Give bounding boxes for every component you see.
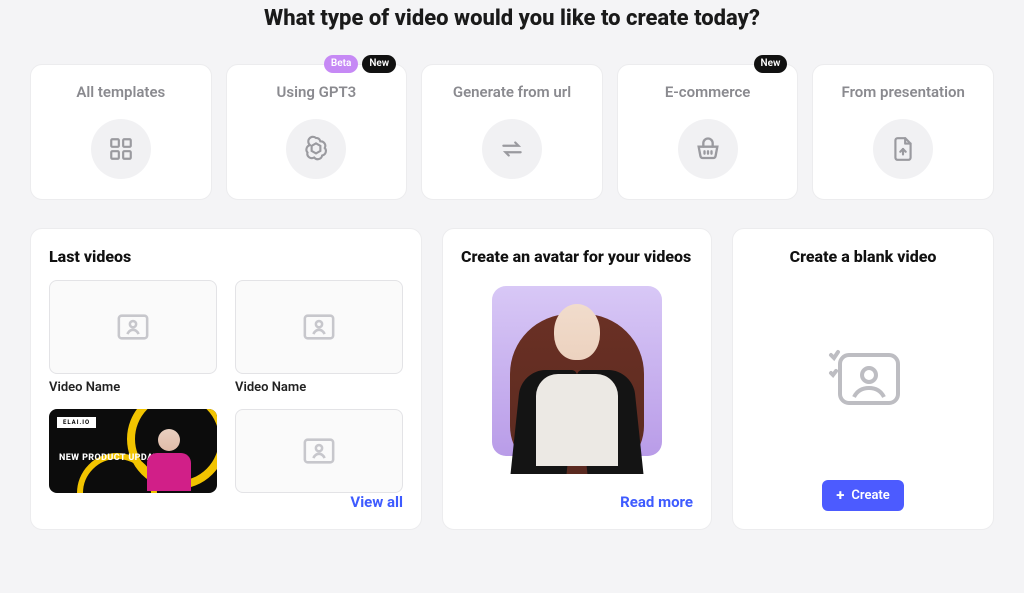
openai-icon	[286, 119, 346, 179]
grid-icon	[91, 119, 151, 179]
video-name: Video Name	[235, 380, 403, 395]
brand-tag: ELAI.IO	[57, 417, 96, 428]
option-ecommerce[interactable]: New E-commerce	[617, 64, 799, 200]
swap-icon	[482, 119, 542, 179]
create-blank-panel: Create a blank video + Create	[732, 228, 994, 530]
blank-video-icon	[820, 343, 906, 417]
option-from-presentation[interactable]: From presentation	[812, 64, 994, 200]
video-type-options: All templates Beta New Using GPT3	[30, 64, 994, 200]
option-all-templates[interactable]: All templates	[30, 64, 212, 200]
video-name: Video Name	[49, 380, 217, 395]
option-label: E-commerce	[628, 83, 788, 101]
video-thumbnail-product: ELAI.IO NEW PRODUCT UPDATE	[49, 409, 217, 493]
video-thumbnail-placeholder	[235, 409, 403, 493]
read-more-link[interactable]: Read more	[461, 493, 693, 511]
beta-badge: Beta	[324, 55, 358, 73]
video-item[interactable]: Video Name	[49, 280, 217, 395]
option-label: Generate from url	[432, 83, 592, 101]
last-videos-panel: Last videos Video Name	[30, 228, 422, 530]
view-all-link[interactable]: View all	[49, 493, 403, 511]
panel-title: Create a blank video	[751, 247, 975, 266]
create-avatar-panel: Create an avatar for your videos Read mo…	[442, 228, 712, 530]
video-thumbnail-placeholder	[235, 280, 403, 374]
file-upload-icon	[873, 119, 933, 179]
video-item[interactable]	[235, 409, 403, 493]
option-label: From presentation	[823, 83, 983, 101]
option-using-gpt3[interactable]: Beta New Using GPT3	[226, 64, 408, 200]
option-generate-from-url[interactable]: Generate from url	[421, 64, 603, 200]
plus-icon: +	[836, 489, 844, 501]
avatar-image	[492, 286, 662, 456]
video-item[interactable]: Video Name	[235, 280, 403, 395]
create-button[interactable]: + Create	[822, 480, 904, 511]
basket-icon	[678, 119, 738, 179]
video-item[interactable]: ELAI.IO NEW PRODUCT UPDATE	[49, 409, 217, 493]
new-badge: New	[754, 55, 788, 73]
page-title: What type of video would you like to cre…	[252, 5, 772, 34]
video-thumbnail-placeholder	[49, 280, 217, 374]
option-label: All templates	[41, 83, 201, 101]
new-badge: New	[362, 55, 396, 73]
panels: Last videos Video Name	[30, 228, 994, 530]
option-label: Using GPT3	[237, 83, 397, 101]
create-button-label: Create	[851, 488, 889, 503]
panel-title: Last videos	[49, 247, 403, 266]
panel-title: Create an avatar for your videos	[461, 247, 693, 266]
